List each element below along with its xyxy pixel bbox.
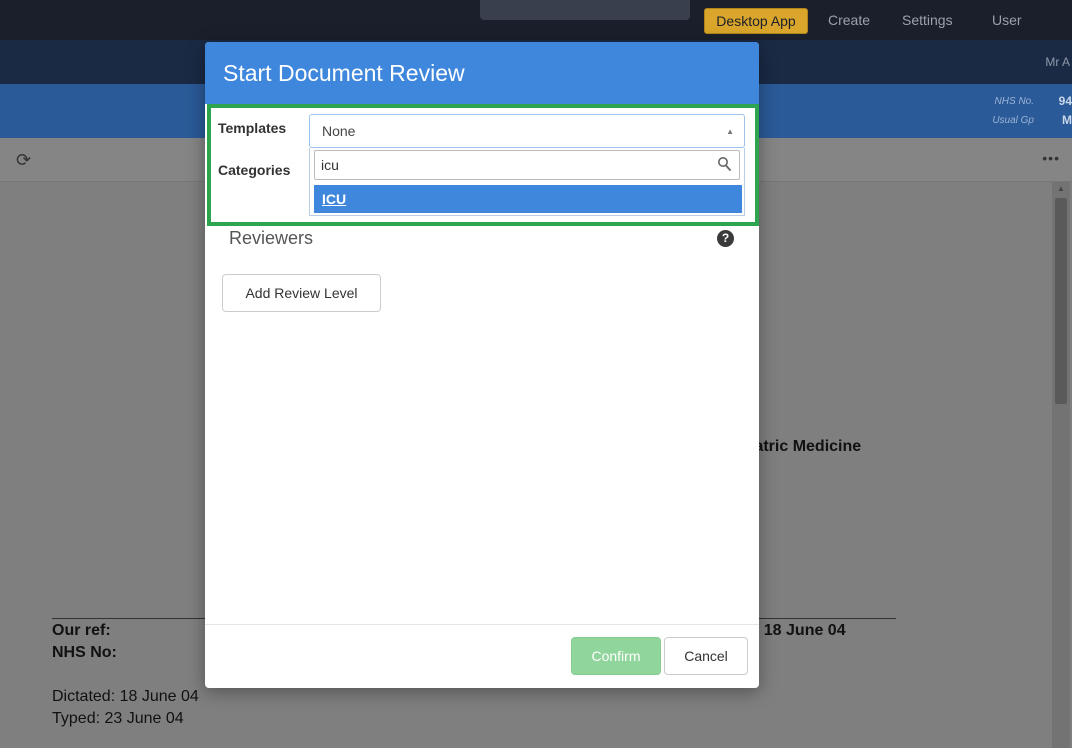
categories-label: Categories xyxy=(218,162,291,178)
typed-date: Typed: 23 June 04 xyxy=(52,710,184,727)
document-scrollbar[interactable]: ▲ xyxy=(1052,182,1070,748)
scroll-up-icon[interactable]: ▲ xyxy=(1057,184,1065,193)
usual-gp-value: M xyxy=(1062,113,1072,127)
templates-select[interactable]: None ▲ xyxy=(309,114,745,148)
add-review-level-button[interactable]: Add Review Level xyxy=(222,274,381,312)
usual-gp-label: Usual Gp xyxy=(992,115,1034,126)
dropdown-search-field[interactable] xyxy=(314,150,740,180)
dictated-date: Dictated: 18 June 04 xyxy=(52,688,199,705)
cancel-button[interactable]: Cancel xyxy=(664,637,748,675)
dialog-title: Start Document Review xyxy=(223,60,465,86)
user-name: Mr A xyxy=(1045,55,1070,69)
global-search-box[interactable] xyxy=(480,0,690,20)
nhs-number-label: NHS No. xyxy=(994,96,1034,107)
refresh-icon[interactable]: ⟳ xyxy=(16,150,31,171)
nav-settings[interactable]: Settings xyxy=(902,12,953,28)
dialog-header: Start Document Review xyxy=(205,42,759,104)
dropdown-search-input[interactable] xyxy=(321,157,711,173)
confirm-button[interactable]: Confirm xyxy=(571,637,661,675)
document-date-text: : 18 June 04 xyxy=(754,622,846,639)
nav-user[interactable]: User xyxy=(992,12,1022,28)
nhs-no-label: NHS No: xyxy=(52,644,117,661)
chevron-up-icon: ▲ xyxy=(726,127,734,136)
nhs-number-value: 94 xyxy=(1058,94,1072,108)
start-document-review-dialog: Start Document Review Templates None ▲ C… xyxy=(205,42,759,688)
more-options-icon[interactable]: ••• xyxy=(1042,150,1060,166)
search-icon xyxy=(718,157,731,171)
top-nav-bar: Desktop App Create Settings User xyxy=(0,0,1072,40)
reviewers-heading: Reviewers xyxy=(229,228,314,248)
dialog-body: Templates None ▲ Categories ICU Reviewer… xyxy=(205,104,759,624)
scrollbar-thumb[interactable] xyxy=(1055,198,1067,404)
desktop-app-button[interactable]: Desktop App xyxy=(704,8,808,34)
document-specialty-text: iatric Medicine xyxy=(750,438,862,455)
our-ref-label: Our ref: xyxy=(52,622,111,639)
help-icon[interactable]: ? xyxy=(717,230,734,247)
templates-dropdown: ICU xyxy=(309,148,745,216)
dialog-footer: Confirm Cancel xyxy=(205,624,759,688)
templates-label: Templates xyxy=(218,120,287,136)
templates-selected-value: None xyxy=(322,123,356,139)
nav-create[interactable]: Create xyxy=(828,12,870,28)
dropdown-option-icu[interactable]: ICU xyxy=(314,185,742,213)
